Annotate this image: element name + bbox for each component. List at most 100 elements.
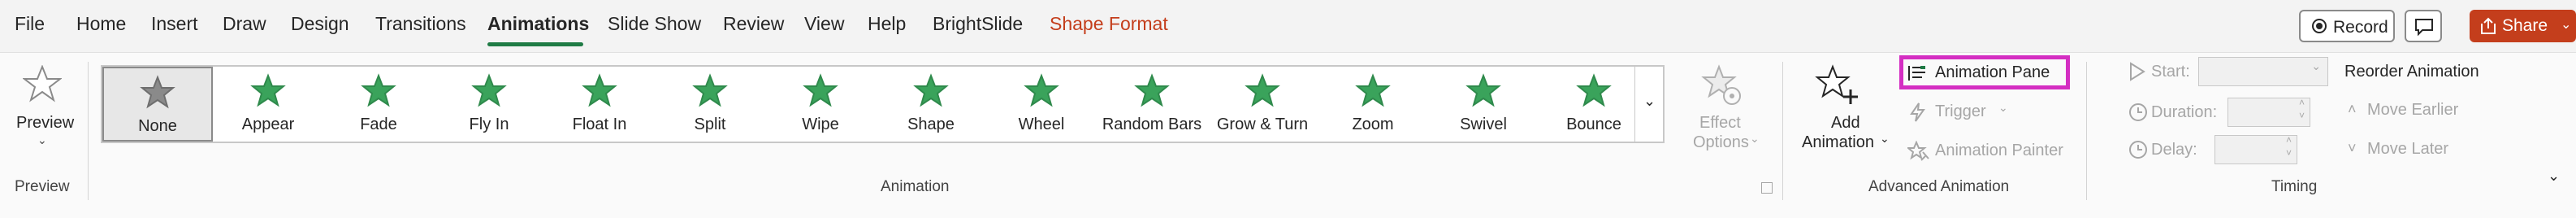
animation-effect-float-in[interactable]: Float In [544,67,655,142]
animation-effect-zoom[interactable]: Zoom [1318,67,1428,142]
animation-effect-label: Fly In [469,116,509,133]
tab-brightslide[interactable]: BrightSlide [933,13,1023,35]
animation-effect-bounce[interactable]: Bounce [1539,67,1649,142]
tab-shape-format[interactable]: Shape Format [1050,13,1168,35]
animation-effect-label: Fade [360,116,397,133]
tab-file[interactable]: File [15,13,45,35]
chevron-down-icon: ⌄ [2561,18,2572,32]
record-label: Record [2333,18,2388,37]
animation-effect-label: Wheel [1018,116,1065,133]
share-label: Share [2502,16,2548,35]
animation-effect-label: Shape [907,116,955,133]
animation-effect-label: Swivel [1460,116,1507,133]
tab-review[interactable]: Review [723,13,784,35]
tab-view[interactable]: View [804,13,844,35]
collapse-ribbon-button[interactable]: ⌄ [2543,168,2565,190]
spin-up-icon: ˄ [2285,134,2292,146]
start-dropdown[interactable]: ⌄ [2198,57,2328,86]
tab-slide-show[interactable]: Slide Show [608,13,701,35]
trigger-button[interactable]: Trigger ⌄ [1904,99,2018,125]
group-divider [2086,62,2087,200]
animation-effect-grow-turn[interactable]: Grow & Turn [1207,67,1318,142]
delay-spinner[interactable]: ˄ ˅ [2214,134,2297,164]
animation-effect-random-bars[interactable]: Random Bars [1097,67,1207,142]
dialog-launcher-icon[interactable] [1761,182,1773,194]
duration-label: Duration: [2151,103,2218,121]
star-green-icon [1243,73,1282,113]
star-green-icon [1353,73,1392,113]
group-label-preview: Preview [15,178,70,195]
reorder-animation-label: Reorder Animation [2344,63,2479,81]
comment-icon [2415,19,2433,36]
animation-effect-fly-in[interactable]: Fly In [434,67,544,142]
preview-button[interactable]: Preview ⌄ [11,62,76,159]
animation-effect-label: Grow & Turn [1216,116,1309,133]
animation-effect-label: Appear [241,116,295,133]
star-gray-icon [138,75,177,115]
animation-effect-split[interactable]: Split [655,67,765,142]
chevron-down-icon: ⌄ [37,133,47,146]
highlight-box [1899,55,2070,89]
spin-down-icon: ˅ [2298,110,2305,121]
record-button[interactable]: Record [2299,10,2395,42]
animation-effect-shape[interactable]: Shape [876,67,986,142]
move-later-label: Move Later [2367,140,2449,158]
effect-options-button[interactable]: Effect Options ⌄ [1685,62,1760,163]
animation-effect-wipe[interactable]: Wipe [765,67,876,142]
animation-painter-icon [1907,141,1929,161]
share-button[interactable]: Share ⌄ [2470,10,2576,42]
animation-effect-label: Wipe [802,116,839,133]
animation-effect-appear[interactable]: Appear [213,67,323,142]
group-divider [1782,62,1783,200]
preview-star-icon [23,65,62,102]
tab-home[interactable]: Home [76,13,126,35]
tab-animations[interactable]: Animations [487,13,589,35]
effect-options-label-line2: Options [1693,133,1749,151]
animation-gallery: None Appear Fade Fly In Float In Split Wipe Sha… [101,65,1665,143]
lightning-icon [1910,102,1925,122]
clock-icon [2129,103,2147,121]
star-green-icon [580,73,619,113]
animation-effect-none[interactable]: None [102,67,213,142]
animation-effect-wheel[interactable]: Wheel [986,67,1097,142]
star-green-icon [1132,73,1171,113]
move-earlier-button[interactable]: ˄ Move Earlier [2344,98,2499,124]
effect-options-icon [1701,64,1741,105]
tab-design[interactable]: Design [291,13,349,35]
delay-clock-icon [2129,141,2147,159]
comments-button[interactable] [2405,10,2442,42]
star-green-icon [1022,73,1061,113]
tab-draw[interactable]: Draw [223,13,266,35]
group-label-advanced-animation: Advanced Animation [1868,178,2010,195]
duration-spinner[interactable]: ˄ ˅ [2227,97,2310,127]
add-animation-icon [1815,64,1858,104]
animation-painter-button[interactable]: Animation Painter [1904,138,2075,164]
animation-effect-label: Float In [572,116,627,133]
chevron-down-icon: ˅ [2348,140,2357,156]
star-green-icon [801,73,840,113]
tab-help[interactable]: Help [868,13,906,35]
delay-label: Delay: [2151,141,2197,159]
animation-effect-label: None [138,117,177,135]
group-divider [88,62,89,200]
add-animation-button[interactable]: Add Animation ⌄ [1792,62,1890,163]
add-animation-label-line2: Animation [1802,133,1874,151]
animation-effect-swivel[interactable]: Swivel [1428,67,1539,142]
animation-effect-label: Zoom [1352,116,1394,133]
star-green-icon [249,73,288,113]
add-animation-label-line1: Add [1831,114,1860,132]
group-label-animation: Animation [881,178,950,195]
chevron-down-icon: ⌄ [2311,59,2321,72]
spin-down-icon: ˅ [2285,147,2292,159]
gallery-more-button[interactable]: ⌄ [1634,67,1663,142]
tab-transitions[interactable]: Transitions [375,13,466,35]
animation-effect-fade[interactable]: Fade [323,67,434,142]
move-later-button[interactable]: ˅ Move Later [2344,137,2499,163]
chevron-down-icon: ⌄ [1750,132,1760,145]
active-tab-indicator [487,42,583,46]
trigger-label: Trigger [1935,102,1986,120]
tab-insert[interactable]: Insert [151,13,198,35]
start-label: Start: [2151,63,2190,81]
ribbon-tab-bar: File Home Insert Draw Design Transitions… [0,0,2576,50]
spin-up-icon: ˄ [2298,97,2305,108]
